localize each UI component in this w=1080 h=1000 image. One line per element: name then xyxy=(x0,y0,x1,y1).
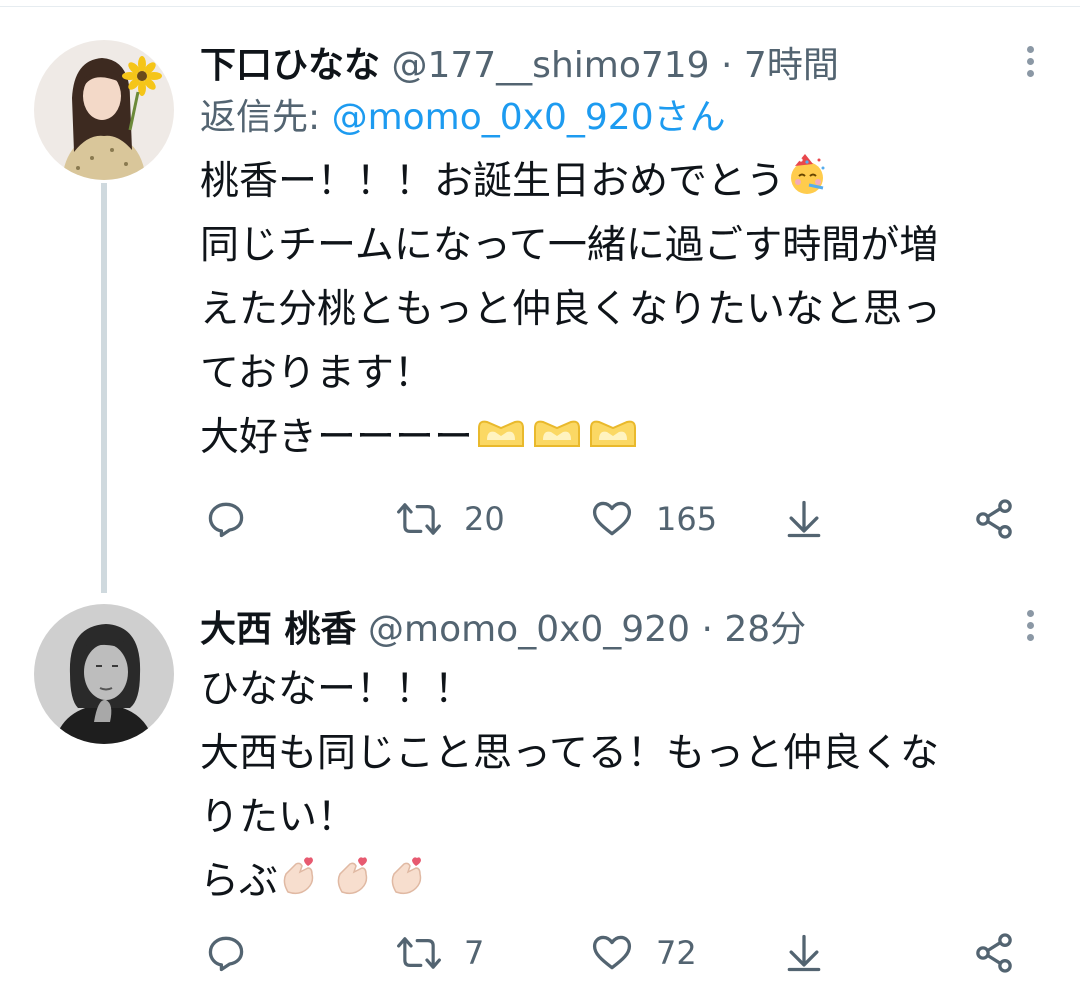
timestamp[interactable]: 28分 xyxy=(724,609,806,650)
avatar[interactable] xyxy=(34,604,174,744)
retweet-icon xyxy=(397,503,441,535)
tweet-header: 下口ひなな @177__shimo719 · 7時間 xyxy=(200,40,1060,92)
like-count: 165 xyxy=(656,500,718,538)
finger-heart-icon xyxy=(278,852,438,916)
retweet-button[interactable]: 7 xyxy=(396,928,484,978)
author-name[interactable]: 大西 桃香 xyxy=(200,609,357,650)
retweet-count: 20 xyxy=(464,500,505,538)
tweet-text-segment: 桃香ー！！！お誕生日おめでとう xyxy=(200,159,786,204)
retweet-button[interactable]: 20 xyxy=(396,494,505,544)
thread-connector-line xyxy=(101,183,107,593)
heart-icon xyxy=(592,935,632,970)
reply-to-line: 返信先: @momo_0x0_920さん xyxy=(200,92,1060,144)
tweet-text-line: 桃香ー！！！お誕生日おめでとう xyxy=(200,150,1060,214)
tweet-header: 大西 桃香 @momo_0x0_920 · 28分 xyxy=(200,604,1060,656)
more-options-icon[interactable] xyxy=(1026,610,1036,646)
top-divider xyxy=(0,6,1080,7)
reply-to-mention[interactable]: @momo_0x0_920さん xyxy=(332,97,726,138)
retweet-count: 7 xyxy=(464,934,485,972)
download-arrow-icon xyxy=(787,934,821,972)
more-options-icon[interactable] xyxy=(1026,46,1036,82)
tweet-text-line: ひななー！！！ xyxy=(200,667,474,712)
tweet-text-segment: 大好きーーーー xyxy=(200,415,474,460)
share-button[interactable] xyxy=(972,494,1016,544)
tweet-text-line: ております！ xyxy=(200,351,433,396)
download-button[interactable] xyxy=(782,928,826,978)
reply-to-label: 返信先: xyxy=(200,97,332,138)
tweet-text-line: 大好きーーーー xyxy=(200,406,1060,470)
tweet-actions: 7 72 xyxy=(200,928,1040,978)
share-button[interactable] xyxy=(972,928,1016,978)
tweet-text: ひななー！！！ 大西も同じこと思ってる！もっと仲良くな りたい！ らぶ xyxy=(200,658,1060,914)
timestamp[interactable]: 7時間 xyxy=(744,45,839,86)
tweet-text-line: えた分桃ともっと仲良くなりたいなと思っ xyxy=(200,287,942,332)
tweet-text-line: 同じチームになって一緒に過ごす時間が増 xyxy=(200,223,939,268)
avatar[interactable] xyxy=(34,40,174,180)
separator-dot: · xyxy=(721,45,733,86)
like-button[interactable]: 165 xyxy=(590,494,717,544)
tweet-text-line: らぶ xyxy=(200,850,1060,914)
download-button[interactable] xyxy=(782,494,826,544)
tweet-actions: 20 165 xyxy=(200,494,1040,544)
tweet-text-segment: らぶ xyxy=(200,859,279,904)
reply-icon xyxy=(208,936,244,972)
retweet-icon xyxy=(397,937,441,969)
author-name[interactable]: 下口ひなな xyxy=(200,45,380,86)
tweet[interactable]: 下口ひなな @177__shimo719 · 7時間 返信先: @momo_0x… xyxy=(200,40,1060,470)
heart-icon xyxy=(592,501,632,536)
like-button[interactable]: 72 xyxy=(590,928,697,978)
tweet[interactable]: 大西 桃香 @momo_0x0_920 · 28分 ひななー！！！ 大西も同じこ… xyxy=(200,604,1060,914)
heart-hands-icon xyxy=(473,408,643,472)
tweet-text-line: りたい！ xyxy=(200,795,357,840)
author-handle[interactable]: @momo_0x0_920 xyxy=(368,609,690,650)
like-count: 72 xyxy=(656,934,697,972)
party-face-icon xyxy=(785,152,829,216)
share-icon xyxy=(976,933,1012,973)
download-arrow-icon xyxy=(787,500,821,538)
reply-button[interactable] xyxy=(204,494,248,544)
separator-dot: · xyxy=(701,609,713,650)
author-handle[interactable]: @177__shimo719 xyxy=(391,45,709,86)
tweet-text: 桃香ー！！！お誕生日おめでとう 同じチームになって一緒に過ごす時間が増 えた分桃… xyxy=(200,150,1060,470)
reply-icon xyxy=(208,502,244,538)
reply-button[interactable] xyxy=(204,928,248,978)
tweet-text-line: 大西も同じこと思ってる！もっと仲良くな xyxy=(200,731,940,776)
share-icon xyxy=(976,499,1012,539)
